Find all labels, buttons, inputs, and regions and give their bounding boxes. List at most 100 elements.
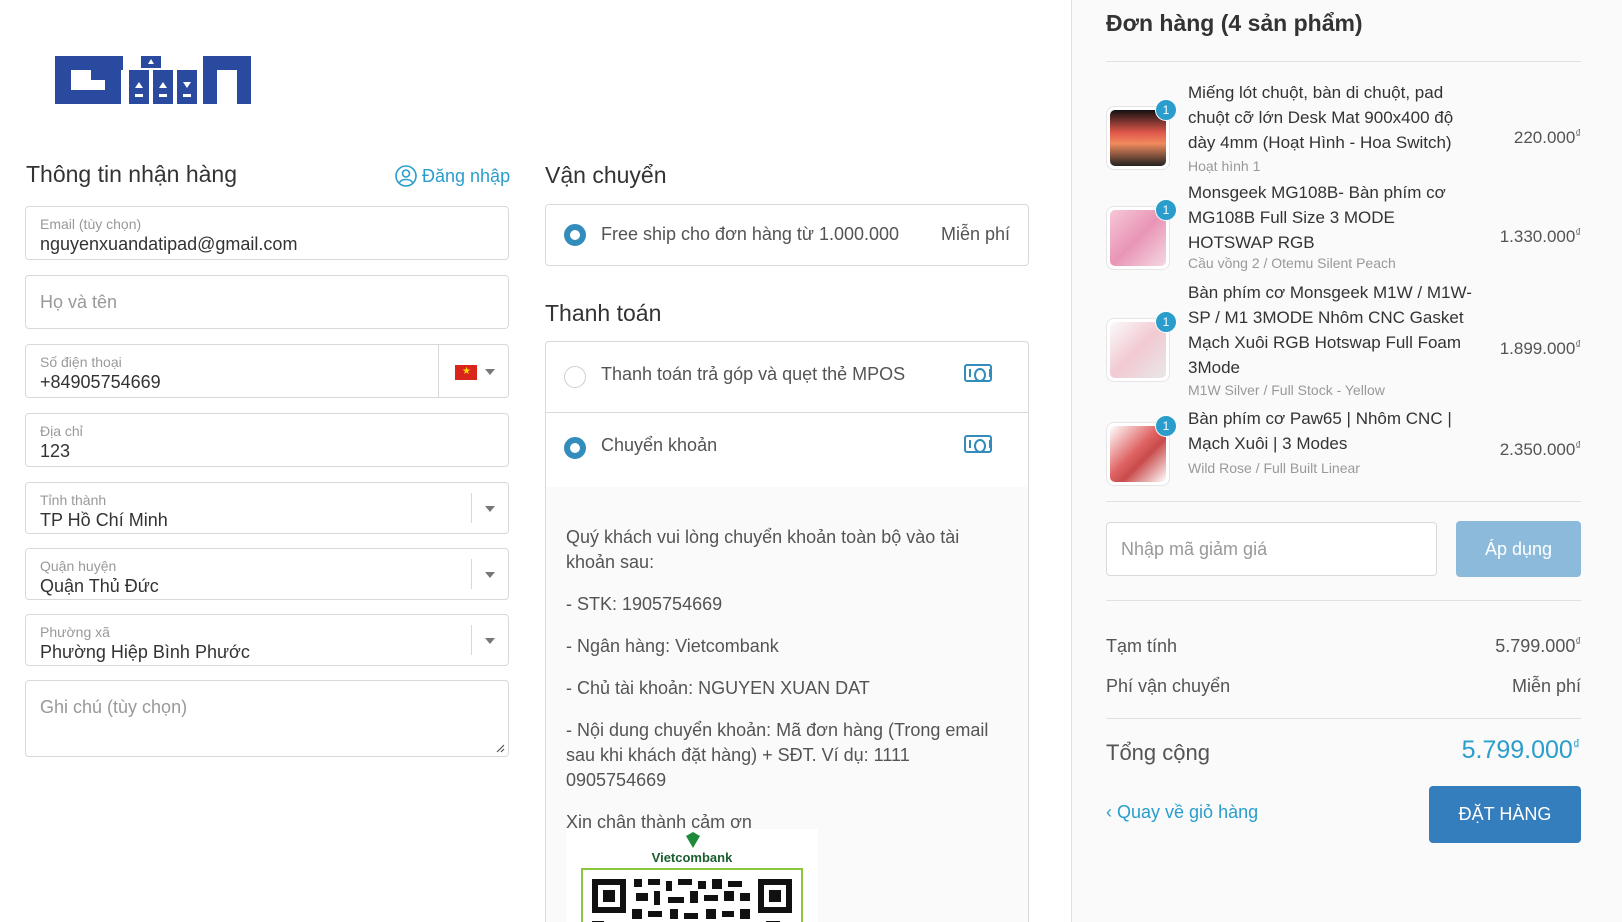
- quantity-badge: 1: [1155, 99, 1177, 121]
- resize-handle-icon[interactable]: [495, 743, 505, 753]
- delivery-option-price: Miễn phí: [940, 224, 1010, 244]
- cash-icon: [964, 435, 992, 453]
- coupon-placeholder: Nhập mã giảm giá: [1121, 539, 1268, 559]
- select-divider: [471, 493, 472, 523]
- district-value: Quận Thủ Đức: [40, 576, 159, 596]
- bank-info-line: - Chủ tài khoản: NGUYEN XUAN DAT: [566, 678, 870, 698]
- product-price: 1.330.000₫: [1499, 227, 1581, 246]
- checkout-page: Thông tin nhận hàng Đăng nhập Email (tùy…: [0, 0, 1622, 922]
- quantity-badge: 1: [1155, 199, 1177, 221]
- full-name-field[interactable]: Họ và tên: [25, 275, 509, 329]
- delivery-option-label: Free ship cho đơn hàng từ 1.000.000: [601, 224, 900, 244]
- payment-option-label: Chuyển khoản: [601, 435, 718, 455]
- bank-info-line: Quý khách vui lòng chuyển khoản toàn bộ …: [566, 527, 960, 572]
- note-placeholder: Ghi chú (tùy chọn): [40, 697, 188, 717]
- total-value: 5.799.000₫: [1461, 736, 1580, 764]
- shipping-fee-row: Phí vận chuyển Miễn phí: [1106, 676, 1581, 697]
- bank-info-line: - STK: 1905754669: [566, 594, 723, 614]
- gtn-logo[interactable]: [55, 48, 255, 104]
- place-order-button[interactable]: ĐẶT HÀNG: [1429, 786, 1581, 843]
- note-textarea[interactable]: Ghi chú (tùy chọn): [25, 680, 509, 757]
- qr-code-image: Vietcombank: [581, 832, 803, 922]
- cash-icon: [964, 364, 992, 382]
- delivery-radio[interactable]: [564, 224, 586, 246]
- product-thumbnail[interactable]: 1: [1106, 99, 1177, 170]
- divider: [1106, 600, 1581, 601]
- address-value: 123: [40, 441, 71, 461]
- product-name: Monsgeek MG108B- Bàn phím cơ MG108B Full…: [1188, 183, 1446, 252]
- address-label: Địa chỉ: [40, 423, 83, 439]
- province-select[interactable]: Tỉnh thành TP Hồ Chí Minh: [25, 482, 509, 534]
- product-variant: Cầu vồng 2 / Otemu Silent Peach: [1188, 255, 1396, 271]
- phone-value: +84905754669: [40, 372, 161, 392]
- quantity-badge: 1: [1155, 311, 1177, 333]
- select-divider: [471, 559, 472, 589]
- payment-radio-mpos[interactable]: [564, 366, 586, 388]
- ward-value: Phường Hiệp Bình Phước: [40, 642, 250, 662]
- product-thumbnail[interactable]: 1: [1106, 199, 1177, 270]
- delivery-option[interactable]: Free ship cho đơn hàng từ 1.000.000 Miễn…: [545, 204, 1029, 266]
- chevron-down-icon: [485, 638, 495, 644]
- divider: [1106, 501, 1581, 502]
- subtotal-value: 5.799.000₫: [1495, 636, 1581, 656]
- shipping-fee-label: Phí vận chuyển: [1106, 676, 1231, 696]
- total-label: Tổng cộng: [1106, 740, 1210, 765]
- qr-bank-name: Vietcombank: [652, 850, 733, 865]
- product-thumbnail[interactable]: 1: [1106, 415, 1177, 486]
- back-to-cart-link[interactable]: ‹ Quay về giỏ hàng: [1106, 802, 1258, 823]
- phone-field[interactable]: Số điện thoại +84905754669 ★: [25, 344, 509, 398]
- payment-option-mpos[interactable]: Thanh toán trả góp và quẹt thẻ MPOS: [546, 342, 1028, 413]
- select-divider: [471, 625, 472, 655]
- back-to-cart-label: Quay về giỏ hàng: [1117, 802, 1259, 822]
- subtotal-row: Tạm tính 5.799.000₫: [1106, 636, 1581, 657]
- country-code-select[interactable]: ★: [438, 345, 508, 397]
- product-name: Bàn phím cơ Paw65 | Nhôm CNC | Mạch Xuôi…: [1188, 409, 1452, 453]
- bank-info-line: - Nội dung chuyển khoản: Mã đơn hàng (Tr…: [566, 720, 989, 790]
- vietcombank-qr: Vietcombank: [566, 829, 818, 922]
- full-name-placeholder: Họ và tên: [40, 292, 118, 312]
- user-circle-icon: [395, 165, 417, 187]
- district-select[interactable]: Quận huyện Quận Thủ Đức: [25, 548, 509, 600]
- divider: [1106, 61, 1581, 62]
- chevron-down-icon: [485, 572, 495, 578]
- chevron-left-icon: ‹: [1106, 802, 1112, 822]
- login-link[interactable]: Đăng nhập: [395, 165, 510, 187]
- product-variant: Hoạt hình 1: [1188, 158, 1261, 174]
- quantity-badge: 1: [1155, 415, 1177, 437]
- product-name: Bàn phím cơ Monsgeek M1W / M1W-SP / M1 3…: [1188, 283, 1472, 377]
- ward-label: Phường xã: [40, 624, 110, 640]
- payment-radio-transfer[interactable]: [564, 437, 586, 459]
- email-label: Email (tùy chọn): [40, 216, 142, 232]
- district-label: Quận huyện: [40, 558, 117, 574]
- product-price: 2.350.000₫: [1499, 440, 1581, 459]
- product-variant: M1W Silver / Full Stock - Yellow: [1188, 382, 1385, 398]
- payment-title: Thanh toán: [545, 300, 662, 326]
- bank-info-line: - Ngân hàng: Vietcombank: [566, 636, 779, 656]
- order-title: Đơn hàng (4 sản phẩm): [1106, 10, 1363, 36]
- product-name: Miếng lót chuột, bàn di chuột, pad chuột…: [1188, 83, 1454, 152]
- product-price: 1.899.000₫: [1499, 339, 1581, 358]
- coupon-input[interactable]: Nhập mã giảm giá: [1106, 522, 1437, 576]
- province-label: Tỉnh thành: [40, 492, 107, 508]
- product-variant: Wild Rose / Full Built Linear: [1188, 460, 1360, 476]
- phone-label: Số điện thoại: [40, 354, 122, 370]
- product-thumbnail[interactable]: 1: [1106, 311, 1177, 382]
- chevron-down-icon: [485, 506, 495, 512]
- delivery-title: Vận chuyển: [545, 162, 667, 188]
- product-price: 220.000₫: [1513, 128, 1581, 147]
- email-field[interactable]: Email (tùy chọn) nguyenxuandatipad@gmail…: [25, 206, 509, 260]
- bank-transfer-info: Quý khách vui lòng chuyển khoản toàn bộ …: [545, 487, 1029, 922]
- email-value: nguyenxuandatipad@gmail.com: [40, 234, 298, 254]
- chevron-down-icon: [485, 369, 495, 375]
- shipping-fee-value: Miễn phí: [1511, 676, 1581, 696]
- ward-select[interactable]: Phường xã Phường Hiệp Bình Phước: [25, 614, 509, 666]
- address-field[interactable]: Địa chỉ 123: [25, 413, 509, 467]
- apply-coupon-button[interactable]: Áp dụng: [1456, 521, 1581, 577]
- payment-options: Thanh toán trả góp và quẹt thẻ MPOS Chuy…: [545, 341, 1029, 488]
- payment-option-label: Thanh toán trả góp và quẹt thẻ MPOS: [601, 364, 906, 384]
- shipping-info-title: Thông tin nhận hàng: [26, 161, 238, 187]
- payment-option-transfer[interactable]: Chuyển khoản: [546, 413, 1028, 483]
- province-value: TP Hồ Chí Minh: [40, 510, 168, 530]
- login-label: Đăng nhập: [422, 165, 511, 186]
- vietnam-flag-icon: ★: [455, 365, 477, 380]
